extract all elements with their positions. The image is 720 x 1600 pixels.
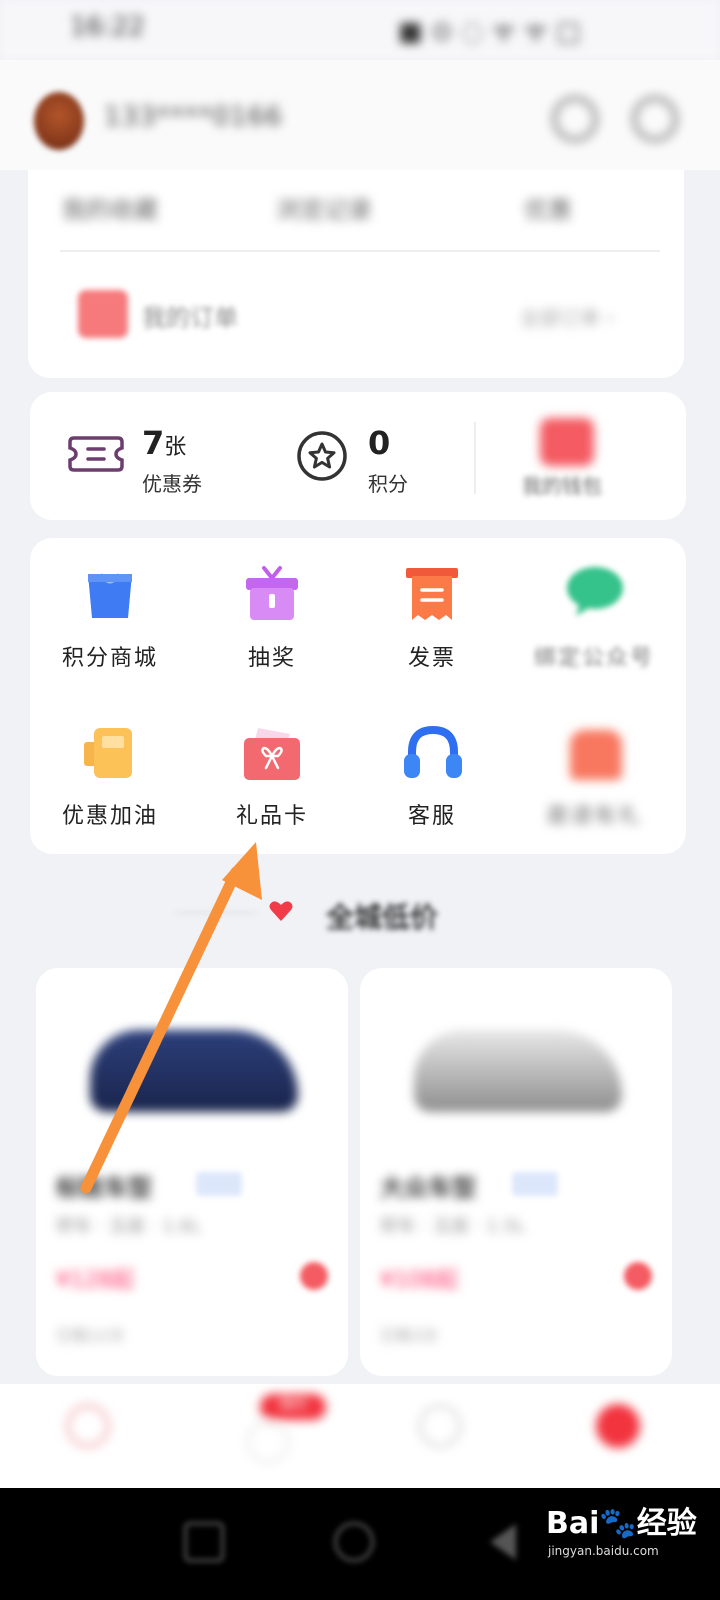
watermark-url: jingyan.baidu.com <box>548 1544 659 1558</box>
chat-bubble-icon <box>566 566 624 618</box>
watermark-brand: Bai <box>546 1506 600 1541</box>
coupon-count[interactable]: 7张 <box>142 424 186 462</box>
history-link[interactable]: 浏览记录 <box>276 190 372 225</box>
divider <box>60 250 660 252</box>
section-title: 全城低价 <box>326 901 439 934</box>
status-time: 16:22 <box>70 12 145 42</box>
coupon-label: 优惠券 <box>142 472 202 496</box>
product-spec: 轿车 · 五座 · 1.6L <box>56 1216 201 1237</box>
points-label: 积分 <box>368 472 408 496</box>
tab-badge: 限时 <box>260 1394 326 1420</box>
points-count[interactable]: 0 <box>368 424 390 462</box>
username: 133****0166 <box>104 102 283 132</box>
paw-icon: 🐾 <box>599 1506 637 1541</box>
watermark-cn: 经验 <box>636 1506 697 1541</box>
invoice-button[interactable]: 发票 <box>362 640 502 672</box>
tab-home[interactable] <box>66 1404 110 1448</box>
product-price: ¥128起 <box>56 1268 134 1293</box>
coupon-icon <box>68 432 124 476</box>
discount-link[interactable]: 优惠 <box>524 190 572 225</box>
cart-icon[interactable] <box>624 1262 652 1290</box>
product-name: 大众车型 <box>380 1174 476 1202</box>
customer-service-button[interactable]: 客服 <box>362 798 502 830</box>
shopping-bag-icon <box>84 566 136 622</box>
back-icon[interactable] <box>490 1524 516 1560</box>
coupon-unit: 张 <box>164 435 187 460</box>
fuel-discount-button[interactable]: 优惠加油 <box>40 798 180 830</box>
product-footnote: 已租3次 <box>380 1326 439 1345</box>
fuel-pump-icon <box>84 726 136 780</box>
all-orders-link[interactable]: 全部订单 › <box>520 302 614 331</box>
gift-box-icon <box>244 564 300 622</box>
product-spec: 轿车 · 五座 · 1.5L <box>380 1216 525 1237</box>
gift-card-button[interactable]: 礼品卡 <box>202 798 342 830</box>
lottery-button[interactable]: 抽奖 <box>202 640 342 672</box>
avatar[interactable] <box>34 92 84 150</box>
tab-mine[interactable] <box>596 1404 640 1448</box>
recent-apps-icon[interactable] <box>184 1522 224 1562</box>
gift-card-icon <box>242 726 302 782</box>
invoice-icon <box>406 566 458 622</box>
headset-icon <box>404 724 462 780</box>
bind-official-account-button[interactable]: 绑定公众号 <box>524 640 664 672</box>
message-icon[interactable] <box>632 96 678 142</box>
wallet-icon <box>540 418 594 466</box>
star-icon <box>296 430 348 482</box>
invite-gift-button[interactable]: 邀请有礼 <box>524 798 664 830</box>
home-icon[interactable] <box>334 1522 374 1562</box>
favorites-link[interactable]: 我的收藏 <box>62 190 158 225</box>
tab-rent[interactable] <box>246 1420 290 1464</box>
product-name: 标致车型 <box>56 1174 152 1202</box>
section-line-left <box>176 912 256 914</box>
product-price: ¥108起 <box>380 1268 458 1293</box>
divider <box>474 422 476 494</box>
my-orders-link[interactable]: 我的订单 <box>142 298 238 333</box>
wallet-label[interactable]: 我的钱包 <box>522 470 602 499</box>
product-tag <box>196 1172 242 1196</box>
product-footnote: 已租12次 <box>56 1326 125 1345</box>
product-tag <box>512 1172 558 1196</box>
cart-icon[interactable] <box>300 1262 328 1290</box>
heart-icon <box>268 898 294 924</box>
points-mall-button[interactable]: 积分商城 <box>40 640 180 672</box>
invite-icon <box>570 730 622 780</box>
order-icon <box>78 290 128 338</box>
status-icons: ■ ⊙ ◌ ᯤ ᯤ □ <box>398 17 581 47</box>
tab-service[interactable] <box>418 1404 462 1448</box>
car-image <box>414 1030 622 1112</box>
status-bar: 16:22 ■ ⊙ ◌ ᯤ ᯤ □ <box>0 0 720 60</box>
car-image <box>90 1030 298 1112</box>
settings-icon[interactable] <box>552 96 598 142</box>
